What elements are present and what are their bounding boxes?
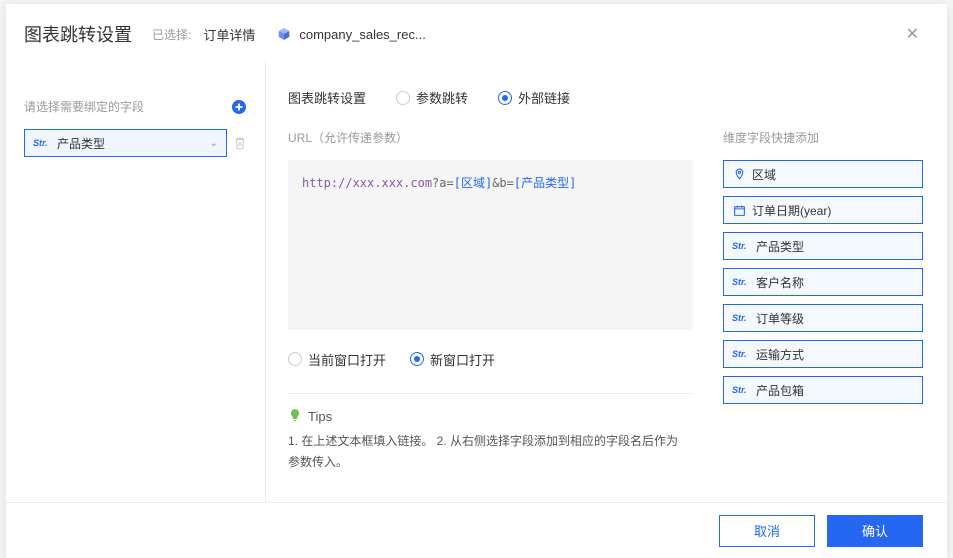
type-str-badge: Str. — [732, 313, 750, 323]
bind-field-label: 请选择需要绑定的字段 — [24, 98, 231, 115]
radio-label: 参数跳转 — [416, 88, 468, 107]
type-str-badge: Str. — [33, 138, 51, 148]
modal-body: 请选择需要绑定的字段 Str. 产品类型 ⌄ 图表跳转设置 — [6, 60, 947, 502]
field-row: Str. 产品类型 ⌄ — [24, 129, 247, 157]
type-str-badge: Str. — [732, 349, 750, 359]
add-field-icon[interactable] — [231, 99, 247, 115]
quick-add-section: 维度字段快捷添加 区域订单日期(year)Str.产品类型Str.客户名称Str… — [723, 129, 923, 474]
radio-unchecked-icon — [288, 352, 302, 366]
tab-chart-jump[interactable]: 图表跳转设置 — [288, 88, 366, 107]
url-input[interactable]: http://xxx.xxx.com?a=[区域]&b=[产品类型] — [288, 160, 693, 330]
quick-item-label: 产品类型 — [756, 238, 804, 255]
tips-title: Tips — [308, 409, 332, 424]
confirm-button[interactable]: 确认 — [827, 515, 923, 547]
radio-checked-icon — [410, 352, 424, 366]
quick-add-item[interactable]: Str. 产品类型 — [723, 232, 923, 260]
radio-checked-icon — [498, 91, 512, 105]
radio-label: 外部链接 — [518, 88, 570, 107]
open-mode-group: 当前窗口打开 新窗口打开 — [288, 350, 693, 389]
cancel-button[interactable]: 取消 — [719, 515, 815, 547]
sidebar: 请选择需要绑定的字段 Str. 产品类型 ⌄ — [6, 60, 266, 502]
url-label: URL（允许传递参数） — [288, 129, 693, 146]
quick-add-item[interactable]: Str. 运输方式 — [723, 340, 923, 368]
pin-icon — [732, 167, 746, 181]
field-name: 产品类型 — [57, 135, 210, 152]
type-str-badge: Str. — [732, 385, 750, 395]
sidebar-header: 请选择需要绑定的字段 — [24, 98, 247, 115]
selected-value: 订单详情 — [203, 25, 255, 44]
quick-item-label: 运输方式 — [756, 346, 804, 363]
dataset-name: company_sales_rec... — [299, 27, 425, 42]
close-icon[interactable]: ✕ — [902, 20, 923, 48]
quick-add-label: 维度字段快捷添加 — [723, 129, 923, 146]
quick-add-item[interactable]: Str. 产品包箱 — [723, 376, 923, 404]
calendar-icon — [732, 203, 746, 217]
quick-add-list: 区域订单日期(year)Str.产品类型Str.客户名称Str.订单等级Str.… — [723, 160, 923, 404]
quick-item-label: 产品包箱 — [756, 382, 804, 399]
radio-label: 新窗口打开 — [430, 350, 495, 369]
tips-text: 1. 在上述文本框填入链接。 2. 从右侧选择字段添加到相应的字段名后作为参数传… — [288, 431, 688, 474]
jump-type-radio-group: 参数跳转 外部链接 — [396, 88, 570, 107]
url-section: URL（允许传递参数） http://xxx.xxx.com?a=[区域]&b=… — [288, 129, 693, 474]
tips-title-row: Tips — [288, 408, 693, 425]
tips-section: Tips 1. 在上述文本框填入链接。 2. 从右侧选择字段添加到相应的字段名后… — [288, 394, 693, 474]
quick-item-label: 区域 — [752, 166, 776, 183]
tab-row: 图表跳转设置 参数跳转 外部链接 — [288, 88, 923, 107]
radio-param-jump[interactable]: 参数跳转 — [396, 88, 468, 107]
quick-item-label: 客户名称 — [756, 274, 804, 291]
radio-label: 当前窗口打开 — [308, 350, 386, 369]
chevron-down-icon: ⌄ — [210, 138, 218, 149]
modal-header: 图表跳转设置 已选择: 订单详情 company_sales_rec... ✕ — [6, 4, 947, 60]
radio-open-current[interactable]: 当前窗口打开 — [288, 350, 386, 369]
modal-title: 图表跳转设置 — [24, 21, 132, 47]
quick-add-item[interactable]: Str. 订单等级 — [723, 304, 923, 332]
field-select[interactable]: Str. 产品类型 ⌄ — [24, 129, 227, 157]
selected-label: 已选择: — [152, 26, 191, 43]
quick-add-item[interactable]: 区域 — [723, 160, 923, 188]
radio-open-new[interactable]: 新窗口打开 — [410, 350, 495, 369]
bulb-icon — [288, 408, 302, 425]
delete-icon[interactable] — [233, 136, 247, 150]
type-str-badge: Str. — [732, 241, 750, 251]
cube-icon — [277, 27, 291, 41]
quick-item-label: 订单等级 — [756, 310, 804, 327]
modal-footer: 取消 确认 — [6, 502, 947, 558]
content-split: URL（允许传递参数） http://xxx.xxx.com?a=[区域]&b=… — [288, 129, 923, 474]
main-panel: 图表跳转设置 参数跳转 外部链接 URL（允许传递参数） http://xxx.… — [266, 60, 947, 502]
quick-add-item[interactable]: 订单日期(year) — [723, 196, 923, 224]
radio-external-link[interactable]: 外部链接 — [498, 88, 570, 107]
type-str-badge: Str. — [732, 277, 750, 287]
quick-add-item[interactable]: Str. 客户名称 — [723, 268, 923, 296]
quick-item-label: 订单日期(year) — [752, 202, 831, 219]
radio-unchecked-icon — [396, 91, 410, 105]
modal: 图表跳转设置 已选择: 订单详情 company_sales_rec... ✕ … — [6, 4, 947, 558]
